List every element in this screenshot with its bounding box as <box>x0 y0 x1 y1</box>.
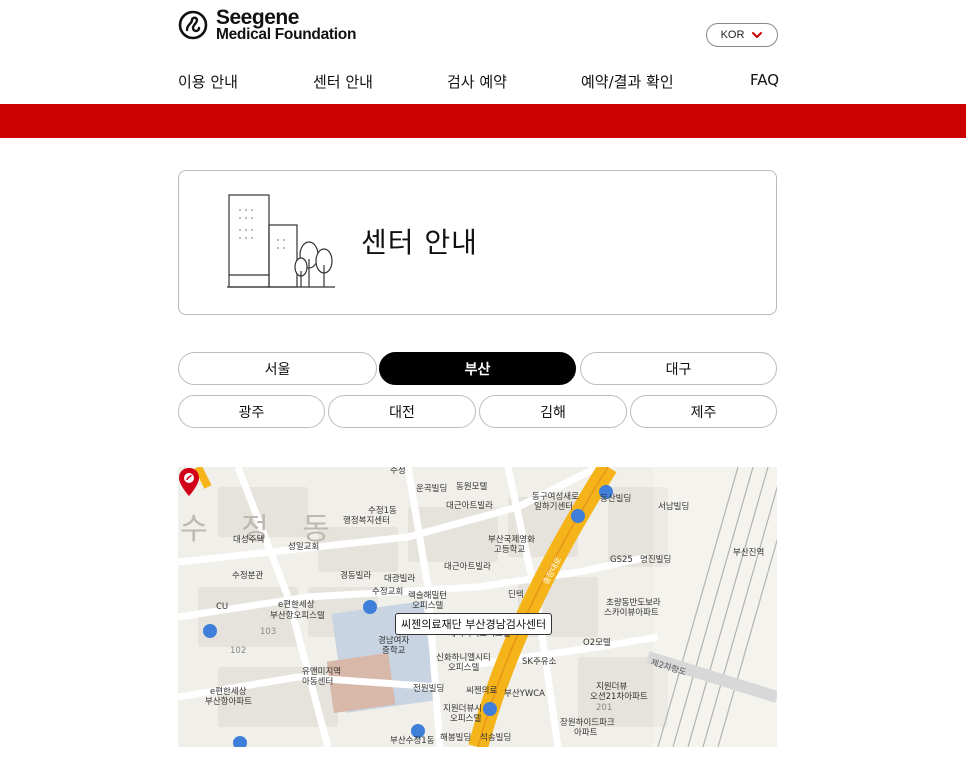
map-label: 경동빌라 <box>340 571 372 581</box>
language-label: KOR <box>720 29 745 41</box>
map-label: 수정분관 <box>232 571 264 581</box>
map-label: 초량동반도보라 <box>606 598 661 608</box>
map-label: 부산수정1동 <box>390 736 435 746</box>
page-title: 센터 안내 <box>361 226 478 259</box>
region-tab-daejeon[interactable]: 대전 <box>328 395 476 428</box>
map-label: 대광빌라 <box>384 574 416 584</box>
map-label: 중학교 <box>382 646 406 656</box>
map-label: 딘텍 <box>508 590 524 600</box>
region-tab-seoul[interactable]: 서울 <box>178 352 377 385</box>
map-label: 103 <box>260 627 277 637</box>
map-label: 오피스텔 <box>412 601 444 611</box>
map-label: 경남여자 <box>378 636 410 646</box>
map-label: 대근아트빌라 <box>444 562 491 572</box>
nav-item-reservation-result[interactable]: 예약/결과 확인 <box>581 71 674 92</box>
map-label: 석송빌딩 <box>480 733 512 743</box>
map-pin-icon[interactable] <box>178 467 200 497</box>
map-label: 일하기센터 <box>534 502 574 512</box>
region-tab-gwangju[interactable]: 광주 <box>178 395 325 428</box>
map-label: 지원더뷰시 <box>443 704 483 714</box>
map-label: 수정교회 <box>372 587 404 597</box>
map-marker-label[interactable]: 씨젠의료재단 부산경남검사센터 <box>395 613 553 635</box>
map-label: 아파트 <box>574 728 598 738</box>
region-tab-jeju[interactable]: 제주 <box>630 395 777 428</box>
page-title-card: 센터 안내 <box>178 170 777 315</box>
map-label: SK주유소 <box>522 657 557 667</box>
map-label: 부산항아파트 <box>205 697 252 707</box>
building-icon <box>227 194 335 288</box>
logo-line2: Medical Foundation <box>216 26 357 44</box>
map-label: 행정복지센터 <box>343 516 390 526</box>
map-label: 명진빌딩 <box>640 555 672 565</box>
nav-item-usage-guide[interactable]: 이용 안내 <box>178 71 238 92</box>
map-label: 201 <box>596 703 613 713</box>
map-label: e편한세상 <box>278 600 315 610</box>
map-label: 대성주택 <box>233 535 265 545</box>
map-label: 동구여성새로 <box>532 492 579 502</box>
region-tab-busan[interactable]: 부산 <box>379 352 576 385</box>
nav-item-center-guide[interactable]: 센터 안내 <box>313 71 373 92</box>
map-label: 부산진역 <box>733 548 765 558</box>
map-label: 운곡빌딩 <box>416 484 448 494</box>
map-label: 수정1동 <box>368 506 397 516</box>
map-label: 렉슬해밀턴 <box>408 591 448 601</box>
map-label: 해봉빌딩 <box>440 733 472 743</box>
chevron-down-icon <box>752 32 763 38</box>
map-label: 성일교회 <box>288 542 320 552</box>
map-label: GS25 <box>610 555 633 565</box>
map-label: 씨젠의료 <box>466 686 498 696</box>
map-label: O2모텔 <box>583 638 611 648</box>
map-label: 스카이뷰아파트 <box>604 608 659 618</box>
map-label: 부산YWCA <box>504 689 545 699</box>
map-label: 오션21차아파트 <box>590 692 648 702</box>
map-label: 고등학교 <box>494 545 526 555</box>
map-label: 아동센터 <box>302 677 334 687</box>
map-label: CU <box>216 602 229 612</box>
region-tab-daegu[interactable]: 대구 <box>580 352 777 385</box>
map-label: 102 <box>230 646 247 656</box>
map-label: 유앤미지역 <box>302 667 342 677</box>
map-label: 부산국제영화 <box>488 535 535 545</box>
map-label: 서남빌딩 <box>658 502 690 512</box>
seegene-logo[interactable]: Seegene Medical Foundation <box>178 7 356 43</box>
map-label: 부산항오피스텔 <box>270 611 325 621</box>
seegene-logo-icon <box>178 10 208 40</box>
map-label: 동산빌딩 <box>600 494 632 504</box>
region-tab-gimhae[interactable]: 김해 <box>479 395 627 428</box>
map-label: 오피스텔 <box>450 714 482 724</box>
location-map[interactable]: 수 정 동 수정 운곡빌딩 동원모텔 대근아트빌라 동구여성새로 일하기센터 동… <box>178 467 777 747</box>
logo-line1: Seegene <box>216 6 299 30</box>
map-label: 전원빌딩 <box>413 684 445 694</box>
nav-item-faq[interactable]: FAQ <box>750 71 779 89</box>
main-nav: 이용 안내 센터 안내 검사 예약 예약/결과 확인 FAQ <box>178 71 779 92</box>
map-label: e편한세상 <box>210 687 247 697</box>
nav-item-test-reservation[interactable]: 검사 예약 <box>447 71 507 92</box>
language-select[interactable]: KOR <box>706 23 778 47</box>
map-label: 신화하니엘시티 <box>436 653 491 663</box>
map-label: 동원모텔 <box>456 482 488 492</box>
map-label: 오피스텔 <box>448 663 480 673</box>
hero-red-band <box>0 104 966 138</box>
map-label: 수정 <box>390 467 406 476</box>
logo-text: Seegene Medical Foundation <box>216 7 356 43</box>
map-label: 대근아트빌라 <box>446 501 493 511</box>
map-label: 지원더뷰 <box>596 682 628 692</box>
map-label: 장원하이드파크 <box>560 718 615 728</box>
